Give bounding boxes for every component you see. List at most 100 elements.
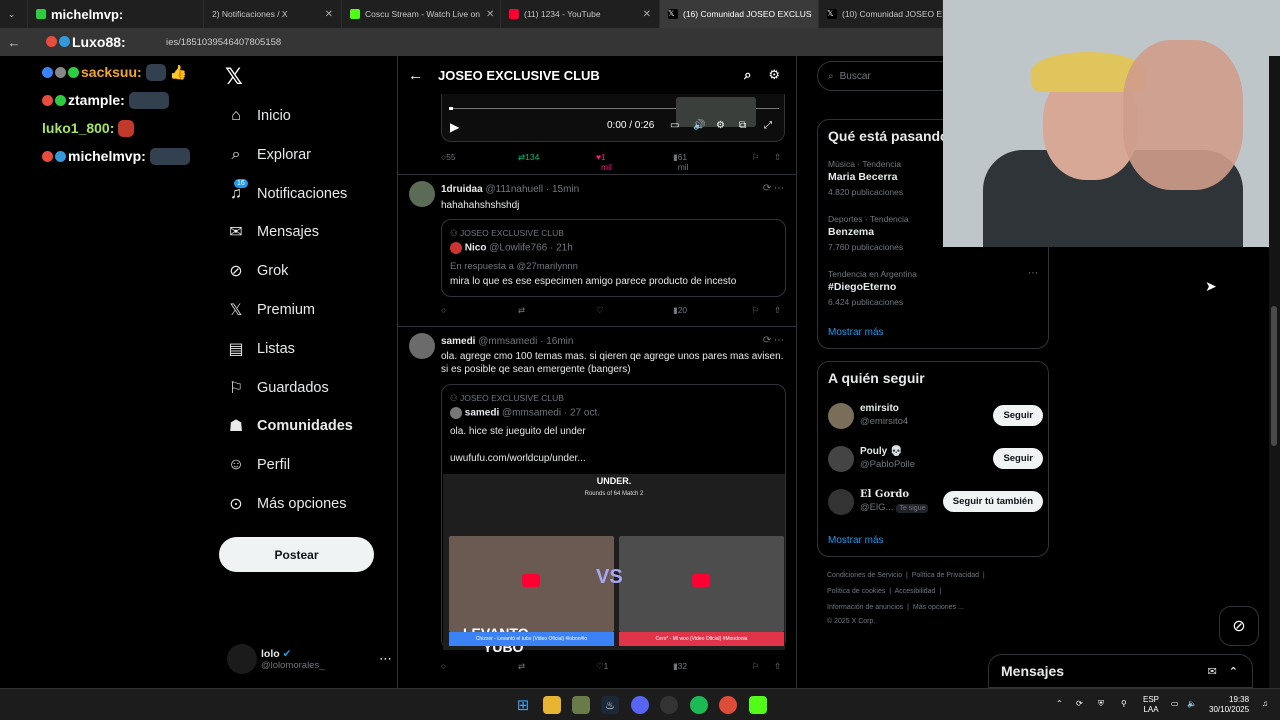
follow-button[interactable]: Seguir xyxy=(993,405,1043,426)
sidebar-item-perfil[interactable]: ☺ Perfil xyxy=(225,449,290,481)
trend-item[interactable]: Maria Becerra xyxy=(828,171,897,183)
sidebar-item-listas[interactable]: ▤ Listas xyxy=(225,333,294,365)
tab-youtube[interactable]: (11) 1234 - YouTube ✕ xyxy=(501,0,660,28)
views-count[interactable]: ▮ 32 xyxy=(673,661,687,672)
follow-back-button[interactable]: Seguir tú también xyxy=(942,491,1043,512)
play-icon[interactable]: ▶ xyxy=(450,120,459,134)
tab-coscu[interactable]: Coscu Stream - Watch Live on ✕ xyxy=(342,0,501,28)
tab-community[interactable]: 𝕏 (10) Comunidad JOSEO EXCL xyxy=(819,0,943,28)
more-icon[interactable]: ⟳ ⋯ xyxy=(763,183,784,194)
trend-item[interactable]: #DiegoEterno xyxy=(828,281,896,293)
follow-button[interactable]: Seguir xyxy=(993,448,1043,469)
sidebar-item-inicio[interactable]: ⌂ Inicio xyxy=(225,100,291,132)
share-icon[interactable]: ⇧ xyxy=(774,661,781,672)
views-count[interactable]: ▮ 20 xyxy=(673,305,687,316)
close-icon[interactable]: ✕ xyxy=(319,9,333,20)
sidebar-item-grok[interactable]: ⊘ Grok xyxy=(225,255,288,287)
settings-icon[interactable]: ⚙ xyxy=(716,120,725,131)
follow-suggestion[interactable]: Pouly 💀 @PabloPolle Seguir xyxy=(828,444,1043,474)
repost-button[interactable]: ⇄ xyxy=(518,661,525,672)
volume-icon[interactable]: 🔈 xyxy=(1187,699,1197,709)
like-button[interactable]: ♡ 1 xyxy=(596,661,608,672)
x-logo-icon[interactable]: 𝕏 xyxy=(225,64,243,90)
back-arrow-icon[interactable]: ← xyxy=(408,67,438,84)
steam-icon[interactable]: ♨ xyxy=(601,696,619,714)
shield-icon[interactable]: ⛨ xyxy=(1098,699,1104,709)
chevron-up-icon[interactable]: ⌃ xyxy=(1229,665,1238,678)
obs-icon[interactable] xyxy=(660,696,678,714)
network-icon[interactable]: ▭ xyxy=(1171,699,1179,709)
account-switcher[interactable]: lolo ✔ @lolomorales_ ⋯ xyxy=(227,642,392,676)
new-message-icon[interactable]: ✉ xyxy=(1208,665,1217,678)
like-button[interactable]: ♡ xyxy=(596,305,604,316)
clock[interactable]: 19:38 30/10/2025 xyxy=(1209,695,1249,715)
reply-button[interactable]: ○ xyxy=(441,305,446,315)
chevron-up-icon[interactable]: ⌃ xyxy=(1056,699,1063,709)
sync-icon[interactable]: ⟳ xyxy=(1076,699,1083,709)
minecraft-icon[interactable] xyxy=(572,696,590,714)
scrollbar[interactable] xyxy=(1269,56,1280,688)
share-icon[interactable]: ⇧ xyxy=(774,152,781,163)
popout-icon[interactable]: ⧉ xyxy=(739,120,746,131)
video-player[interactable]: ▶ 0:00 / 0:26 ▭ 🔊 ⚙ ⧉ ⤢ xyxy=(441,94,785,142)
fullscreen-icon[interactable]: ⤢ xyxy=(764,120,772,131)
tab-list-button[interactable]: ⌄ xyxy=(0,0,28,28)
notification-bell-icon[interactable]: ♫ xyxy=(1262,699,1268,709)
quote-link[interactable]: uwufufu.com/worldcup/under... xyxy=(450,452,586,465)
more-icon[interactable]: ⋯ xyxy=(1028,268,1038,279)
discord-icon[interactable] xyxy=(631,696,649,714)
sidebar-item-notificaciones[interactable]: ♫ 16 Notificaciones xyxy=(225,178,347,210)
sidebar-item-mas-opciones[interactable]: ⊙ Más opciones xyxy=(225,488,346,520)
tweet[interactable]: samedi @mmsamedi · 16min ⟳ ⋯ ola. agrege… xyxy=(398,326,796,688)
close-icon[interactable]: ✕ xyxy=(480,9,494,20)
url-text[interactable]: ies/1851039546407805158 xyxy=(166,37,281,48)
search-icon[interactable]: ⌕ xyxy=(744,67,751,83)
messages-drawer[interactable]: Mensajes ✉ ⌃ xyxy=(988,654,1253,688)
trend-item[interactable]: Benzema xyxy=(828,226,874,238)
video-card-right[interactable] xyxy=(619,536,784,632)
close-icon[interactable]: ✕ xyxy=(812,9,819,20)
close-icon[interactable]: ✕ xyxy=(637,9,651,20)
sidebar-item-comunidades[interactable]: ☗ Comunidades xyxy=(225,410,353,442)
sidebar-item-mensajes[interactable]: ✉ Mensajes xyxy=(225,216,319,248)
more-icon[interactable]: ⋯ xyxy=(379,651,392,667)
captions-icon[interactable]: ▭ xyxy=(670,120,679,131)
sidebar-item-explorar[interactable]: ⌕ Explorar xyxy=(225,139,311,171)
bookmark-icon[interactable]: ⚐ xyxy=(752,152,760,163)
language-indicator[interactable]: ESP LAA xyxy=(1143,695,1159,715)
bookmark-icon[interactable]: ⚐ xyxy=(752,305,760,316)
bookmark-icon[interactable]: ⚐ xyxy=(752,661,760,672)
chrome-icon[interactable] xyxy=(719,696,737,714)
spotify-icon[interactable] xyxy=(690,696,708,714)
quote-image[interactable]: UNDER. Rounds of 64 Match 2 LEVANTOYUBO … xyxy=(443,474,785,654)
like-button[interactable]: ♥ 1 mil xyxy=(596,152,612,172)
tab-community-active[interactable]: 𝕏 (16) Comunidad JOSEO EXCLUS ✕ xyxy=(660,0,819,28)
video-card-left[interactable]: LEVANTOYUBO xyxy=(449,536,614,654)
volume-icon[interactable]: 🔊 xyxy=(693,120,705,131)
file-explorer-icon[interactable] xyxy=(543,696,561,714)
share-icon[interactable]: ⇧ xyxy=(774,305,781,316)
show-more-link[interactable]: Mostrar más xyxy=(828,535,884,546)
kick-icon[interactable] xyxy=(749,696,767,714)
repost-button[interactable]: ⇄ 134 xyxy=(518,152,539,163)
sidebar-item-premium[interactable]: 𝕏 Premium xyxy=(225,294,315,326)
microphone-icon[interactable]: ⚲ xyxy=(1121,699,1127,709)
tweet[interactable]: 1druidaa @111nahuell · 15min ⟳ ⋯ hahahah… xyxy=(398,174,796,326)
follow-suggestion[interactable]: emirsito @emirsito4 Seguir xyxy=(828,401,1043,431)
tab-notifications[interactable]: 2) Notificaciones / X ✕ xyxy=(204,0,342,28)
quoted-tweet[interactable]: ⚇ JOSEO EXCLUSIVE CLUB samedi @mmsamedi … xyxy=(441,384,786,654)
follow-suggestion[interactable]: El Gordo @ElG... Te sigue Seguir tú tambi… xyxy=(828,487,1043,517)
more-icon[interactable]: ⟳ ⋯ xyxy=(763,335,784,346)
sidebar-item-guardados[interactable]: ⚐ Guardados xyxy=(225,372,329,404)
back-arrow-icon[interactable]: ← xyxy=(0,35,28,50)
reply-button[interactable]: ○ 55 xyxy=(441,152,456,162)
grok-icon[interactable]: ⊘ xyxy=(1219,606,1259,646)
quoted-tweet[interactable]: ⚇ JOSEO EXCLUSIVE CLUB Nico @Lowlife766 … xyxy=(441,219,786,297)
windows-start-icon[interactable]: ⊞ xyxy=(514,696,532,714)
gear-icon[interactable]: ⚙ xyxy=(768,67,780,83)
reply-button[interactable]: ○ xyxy=(441,661,446,671)
repost-button[interactable]: ⇄ xyxy=(518,305,525,316)
views-count[interactable]: ▮ 61 mil xyxy=(673,152,689,172)
show-more-link[interactable]: Mostrar más xyxy=(828,327,884,338)
tab-stream-chat[interactable]: michelmvp: xyxy=(28,0,204,28)
